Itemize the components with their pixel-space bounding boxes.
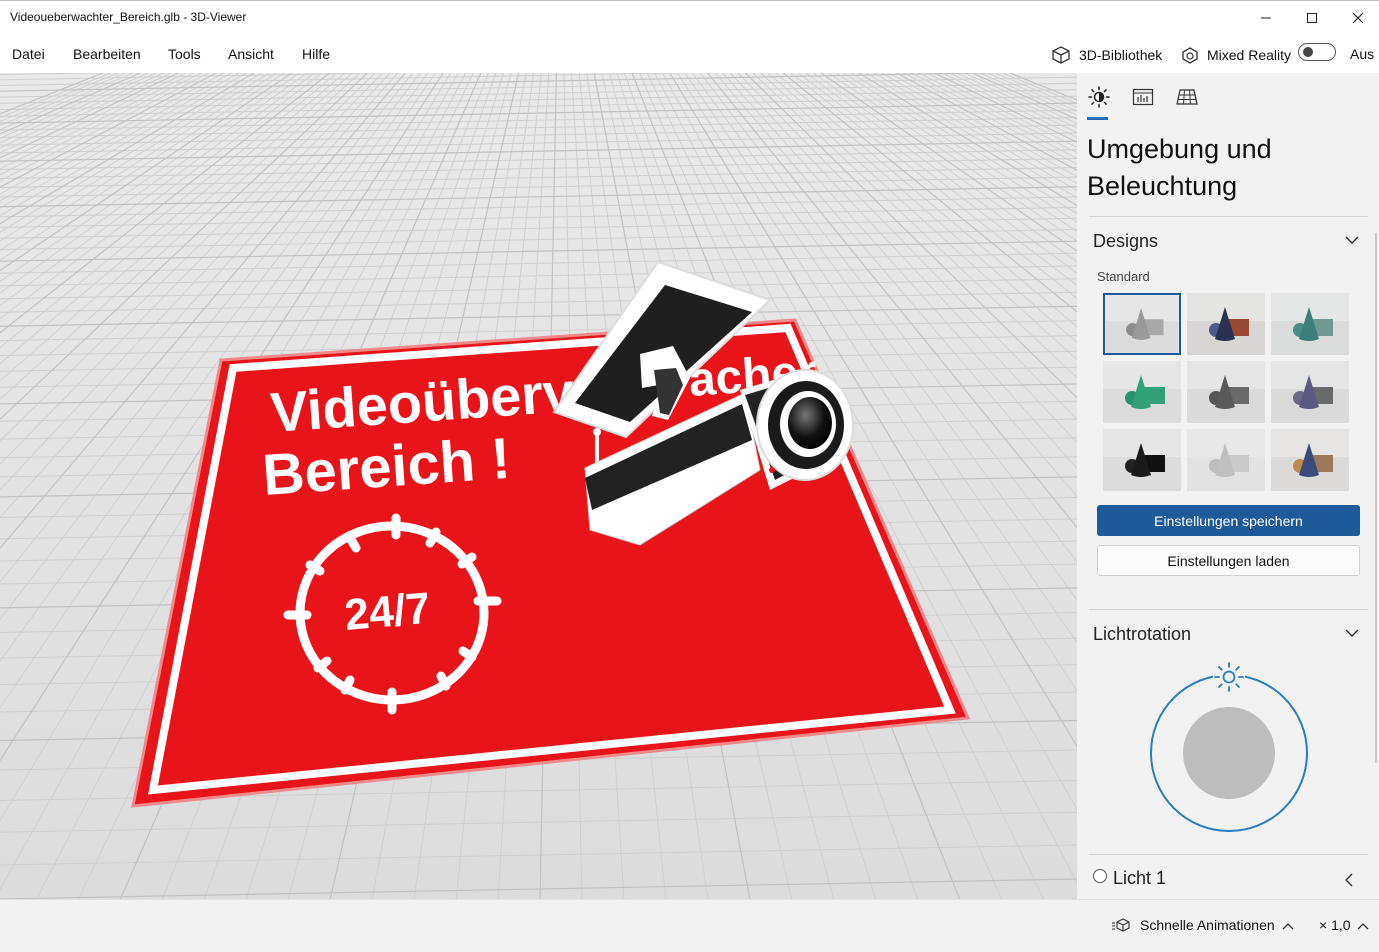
load-settings-button[interactable]: Einstellungen laden [1097,545,1360,576]
panel-title: Umgebung und Beleuchtung [1087,134,1272,201]
status-bar: Schnelle Animationen × 1,0 [0,899,1379,952]
tab-active-indicator [1087,117,1108,120]
separator [1089,854,1368,855]
3d-viewport[interactable]: Videoüberv Bereich ! acher 24/7 [0,73,1077,899]
light-rotation-control[interactable] [1147,658,1311,833]
tab-grid[interactable] [1175,85,1199,109]
title-bar: Videoueberwachter_Bereich.glb - 3D-Viewe… [0,0,1379,33]
light1-radio[interactable] [1093,869,1107,883]
toggle-knob [1303,47,1313,57]
mixed-reality-icon [1182,47,1198,64]
chevron-up-icon[interactable] [1282,922,1294,930]
chevron-down-icon[interactable] [1345,236,1359,245]
separator [1089,609,1368,610]
design-preview-icon [1271,429,1349,491]
grid-icon [1176,89,1198,105]
mixed-reality-button[interactable]: Mixed Reality [1180,45,1291,65]
menu-datei[interactable]: Datei [12,46,45,62]
maximize-icon [1307,12,1317,23]
design-swatch[interactable] [1187,361,1265,423]
menu-bar: Datei Bearbeiten Tools Ansicht Hilfe 3D-… [0,33,1379,73]
design-preview-icon [1271,293,1349,355]
design-swatch[interactable] [1103,429,1181,491]
design-preview-icon [1103,361,1181,423]
clock-label: 24/7 [343,584,433,640]
tab-environment[interactable] [1087,85,1111,109]
design-swatch[interactable] [1187,293,1265,355]
mixed-reality-toggle[interactable] [1298,43,1336,61]
design-swatch[interactable] [1187,429,1265,491]
mixed-reality-label: Mixed Reality [1207,47,1292,63]
light1-label[interactable]: Licht 1 [1113,868,1166,889]
cube-icon [1052,46,1070,64]
design-preview-icon [1187,293,1265,355]
designs-header[interactable]: Designs [1093,231,1158,252]
menu-ansicht[interactable]: Ansicht [228,46,274,62]
sun-icon [1088,86,1110,108]
design-swatch[interactable] [1271,361,1349,423]
scene-canvas[interactable]: Videoüberv Bereich ! acher 24/7 [0,73,1077,899]
environment-panel: Umgebung und Beleuchtung Designs Standar… [1077,73,1379,899]
design-swatch[interactable] [1271,429,1349,491]
separator [1089,216,1368,217]
design-swatch[interactable] [1103,361,1181,423]
minimize-icon [1261,17,1271,18]
minimize-button[interactable] [1243,1,1289,34]
toggle-state-label: Aus [1350,46,1375,62]
chevron-left-icon[interactable] [1344,873,1353,887]
stats-icon [1132,88,1154,106]
light-preview-sphere [1183,707,1275,799]
menu-bearbeiten[interactable]: Bearbeiten [73,46,141,62]
chevron-up-icon[interactable] [1357,922,1369,930]
animation-icon [1112,918,1130,932]
animation-speed[interactable]: × 1,0 [1319,917,1351,933]
save-settings-button[interactable]: Einstellungen speichern [1097,505,1360,536]
design-swatch[interactable] [1103,293,1181,355]
design-preview-icon [1187,429,1265,491]
design-preview-icon [1105,295,1179,353]
window-title: Videoueberwachter_Bereich.glb - 3D-Viewe… [10,10,247,24]
library-label: 3D-Bibliothek [1079,47,1163,63]
close-button[interactable] [1335,1,1379,34]
tab-statistics[interactable] [1131,85,1155,109]
close-icon [1352,12,1364,23]
chevron-down-icon[interactable] [1345,629,1359,638]
menu-tools[interactable]: Tools [168,46,201,62]
design-preview-icon [1187,361,1265,423]
maximize-button[interactable] [1289,1,1335,34]
library-button[interactable]: 3D-Bibliothek [1050,45,1162,65]
designs-subtitle: Standard [1097,269,1150,284]
light-rotation-header[interactable]: Lichtrotation [1093,624,1191,645]
panel-scrollbar[interactable] [1375,233,1377,763]
design-preview-icon [1271,361,1349,423]
design-preview-icon [1103,429,1181,491]
design-swatch[interactable] [1271,293,1349,355]
menu-hilfe[interactable]: Hilfe [302,46,330,62]
animation-selector[interactable]: Schnelle Animationen [1140,917,1275,933]
